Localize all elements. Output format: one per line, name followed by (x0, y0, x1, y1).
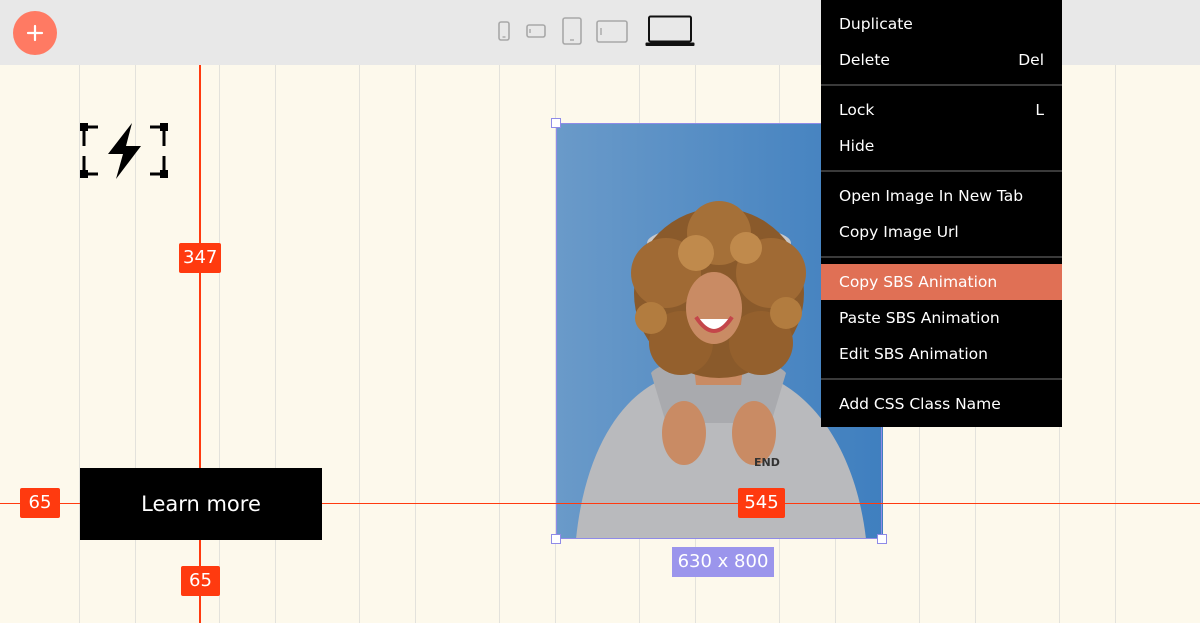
menu-item-shortcut: L (1035, 101, 1044, 119)
image-size-badge: 630 x 800 (672, 547, 774, 577)
svg-text:END: END (754, 456, 780, 469)
bottom-distance-badge: 65 (181, 566, 220, 596)
add-element-button[interactable] (13, 11, 57, 55)
lightning-bolt-icon[interactable] (80, 122, 168, 180)
laptop-icon[interactable] (645, 15, 695, 47)
tablet-portrait-icon[interactable] (562, 17, 582, 45)
learn-more-button[interactable]: Learn more (80, 468, 322, 540)
menu-item-label: Copy SBS Animation (839, 273, 998, 291)
tablet-landscape-icon[interactable] (596, 20, 628, 43)
menu-separator (821, 378, 1062, 380)
image-offset-badge: 545 (738, 488, 785, 518)
menu-item-lock[interactable]: Lock L (821, 92, 1062, 128)
menu-item-edit-sbs-animation[interactable]: Edit SBS Animation (821, 336, 1062, 372)
resize-handle-bottom-left[interactable] (551, 534, 561, 544)
mobile-portrait-icon[interactable] (498, 21, 510, 41)
menu-separator (821, 170, 1062, 172)
menu-item-hide[interactable]: Hide (821, 128, 1062, 164)
resize-handle-top-left[interactable] (551, 118, 561, 128)
menu-item-label: Delete (839, 51, 890, 69)
menu-separator (821, 256, 1062, 258)
menu-item-label: Add CSS Class Name (839, 395, 1001, 413)
grid-line (1115, 65, 1116, 623)
plus-icon (26, 24, 44, 42)
grid-line (415, 65, 416, 623)
menu-item-label: Hide (839, 137, 875, 155)
menu-item-label: Paste SBS Animation (839, 309, 1000, 327)
menu-item-delete[interactable]: Delete Del (821, 42, 1062, 78)
menu-item-label: Edit SBS Animation (839, 345, 988, 363)
menu-item-label: Lock (839, 101, 875, 119)
left-distance-badge: 65 (20, 488, 60, 518)
mobile-landscape-icon[interactable] (526, 24, 546, 38)
menu-item-duplicate[interactable]: Duplicate (821, 6, 1062, 42)
menu-item-add-css-class-name[interactable]: Add CSS Class Name (821, 386, 1062, 422)
menu-item-paste-sbs-animation[interactable]: Paste SBS Animation (821, 300, 1062, 336)
resize-handle-bottom-right[interactable] (877, 534, 887, 544)
menu-item-label: Copy Image Url (839, 223, 959, 241)
menu-item-copy-image-url[interactable]: Copy Image Url (821, 214, 1062, 250)
menu-separator (821, 84, 1062, 86)
menu-item-shortcut: Del (1018, 51, 1044, 69)
grid-line (359, 65, 360, 623)
menu-item-label: Open Image In New Tab (839, 187, 1024, 205)
menu-item-copy-sbs-animation[interactable]: Copy SBS Animation (821, 264, 1062, 300)
context-menu: Duplicate Delete Del Lock L Hide Open Im… (821, 0, 1062, 427)
menu-item-label: Duplicate (839, 15, 913, 33)
grid-line (499, 65, 500, 623)
vertical-distance-badge: 347 (179, 243, 221, 273)
menu-item-open-image-new-tab[interactable]: Open Image In New Tab (821, 178, 1062, 214)
